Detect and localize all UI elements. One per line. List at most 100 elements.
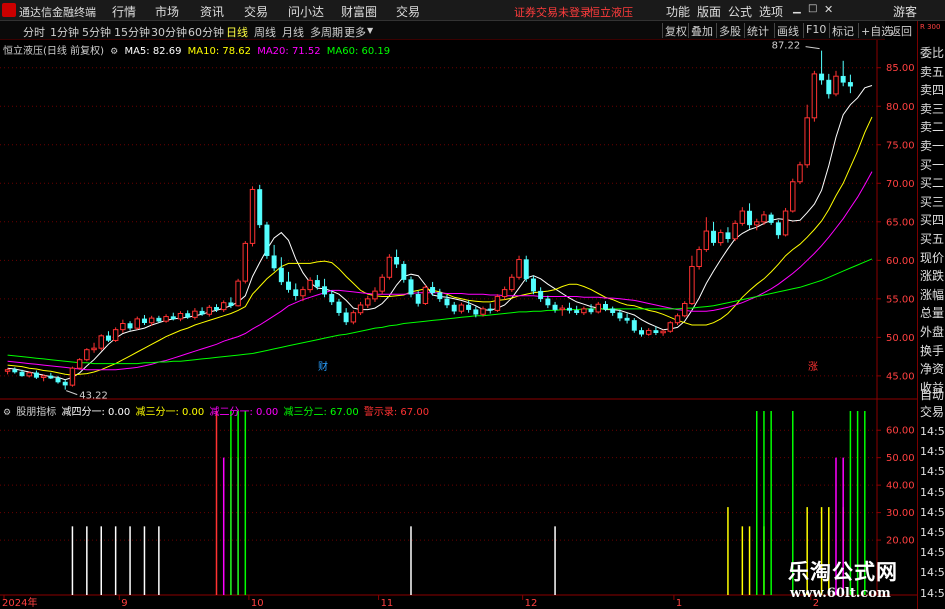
candle-body [458,304,465,312]
candle-body [127,323,133,329]
sub-y-tick-label: 20.00 [886,536,915,547]
candle-body [170,316,176,320]
y-tick-label: 65.00 [886,217,915,228]
candle-body [494,296,501,311]
candle-body [386,256,393,278]
candle-body [782,210,789,236]
indicator-gear-icon[interactable]: ⚙ [3,408,11,418]
candle-body [530,278,536,292]
y-tick-label: 50.00 [886,333,915,344]
candle-body [703,230,710,251]
candle-body [55,377,61,383]
candle-body [631,320,637,331]
candle-body [466,304,472,310]
candle-body [545,298,551,306]
candle-body [523,259,529,280]
candle-body [653,330,659,333]
candle-body [581,308,587,314]
candle-body [257,189,263,226]
candle-body [681,302,688,317]
candle-body [62,381,68,386]
candle-body [69,367,76,386]
candle-body [300,289,306,297]
candle-body [148,317,155,324]
candle-body [487,308,493,311]
candle-body [307,279,313,291]
time-tick-label: 9 [121,598,127,609]
candle-body [538,290,544,300]
ma20-label: MA20: 71.52 [257,46,321,57]
candle-body [747,210,753,226]
candle-body [422,286,429,304]
y-tick-label: 45.00 [886,371,915,382]
candle-body [141,318,147,323]
low-marker-arrow [66,390,78,396]
candle-body [509,276,515,291]
candle-body [293,289,299,297]
candle-body [264,224,270,256]
ma60-label: MA60: 60.19 [326,46,391,57]
warning-label: 警示录: 67.00 [363,407,430,418]
candle-body [199,310,205,315]
candle-body [134,318,140,329]
candle-body [725,232,731,240]
candle-body [286,281,292,290]
candle-body [394,256,400,265]
candle-body [365,298,371,306]
finance-event-tag: 财 [318,360,328,373]
candle-body [336,301,342,313]
y-tick-label: 80.00 [886,102,915,113]
ma20-line [7,171,873,371]
candle-body [228,302,234,307]
chart-area[interactable]: 45.00 50.00 55.00 60.00 65.00 70.00 75.00 80.00… [0,0,945,609]
candle-body [667,322,674,332]
candle-body [833,75,839,95]
ma10-label: MA10: 78.62 [187,46,252,57]
candle-body [790,181,796,212]
candle-body [797,164,803,183]
watermark-title: 乐淘公式网 [788,559,898,584]
candle-body [768,214,774,223]
candle-body [660,330,666,334]
candle-body [588,308,594,313]
minus-three-label: 减三分一: 0.00 [135,407,205,418]
candle-body [408,279,414,295]
candle-body [624,317,630,321]
candle-body [501,289,508,298]
sub-y-tick-label: 50.00 [886,453,915,464]
limit-up-event-tag: 涨 [808,361,818,373]
candle-body [595,303,602,313]
time-tick-label: 1 [676,598,682,609]
candle-body [674,315,681,324]
candle-body [430,287,436,293]
candle-body [48,375,54,379]
high-marker-label: 87.22 [772,41,801,52]
candle-body [4,369,11,372]
candle-body [185,313,191,318]
candle-body [516,259,522,278]
legend-gear-icon[interactable]: ⚙ [110,47,118,57]
candle-body [826,79,832,95]
candle-body [242,242,249,282]
watermark-url: www.60lt.com [790,586,891,601]
candle-body [610,308,616,313]
candle-body [271,255,277,269]
candle-body [696,249,702,267]
candle-body [732,222,738,240]
candle-body [574,310,580,313]
high-marker-arrow [805,46,820,50]
candle-body [473,309,479,315]
sub-y-tick-label: 30.00 [886,508,915,519]
candle-body [645,329,652,335]
candle-body [156,317,162,322]
candle-body [819,73,825,81]
candle-body [26,372,32,377]
y-tick-label: 75.00 [886,140,915,151]
candle-body [249,188,256,244]
time-tick-label: 2024年 [2,596,37,609]
candle-body [278,267,284,283]
candle-body [739,210,746,224]
candle-body [639,330,644,335]
candle-body [761,214,767,223]
candle-body [415,293,421,304]
